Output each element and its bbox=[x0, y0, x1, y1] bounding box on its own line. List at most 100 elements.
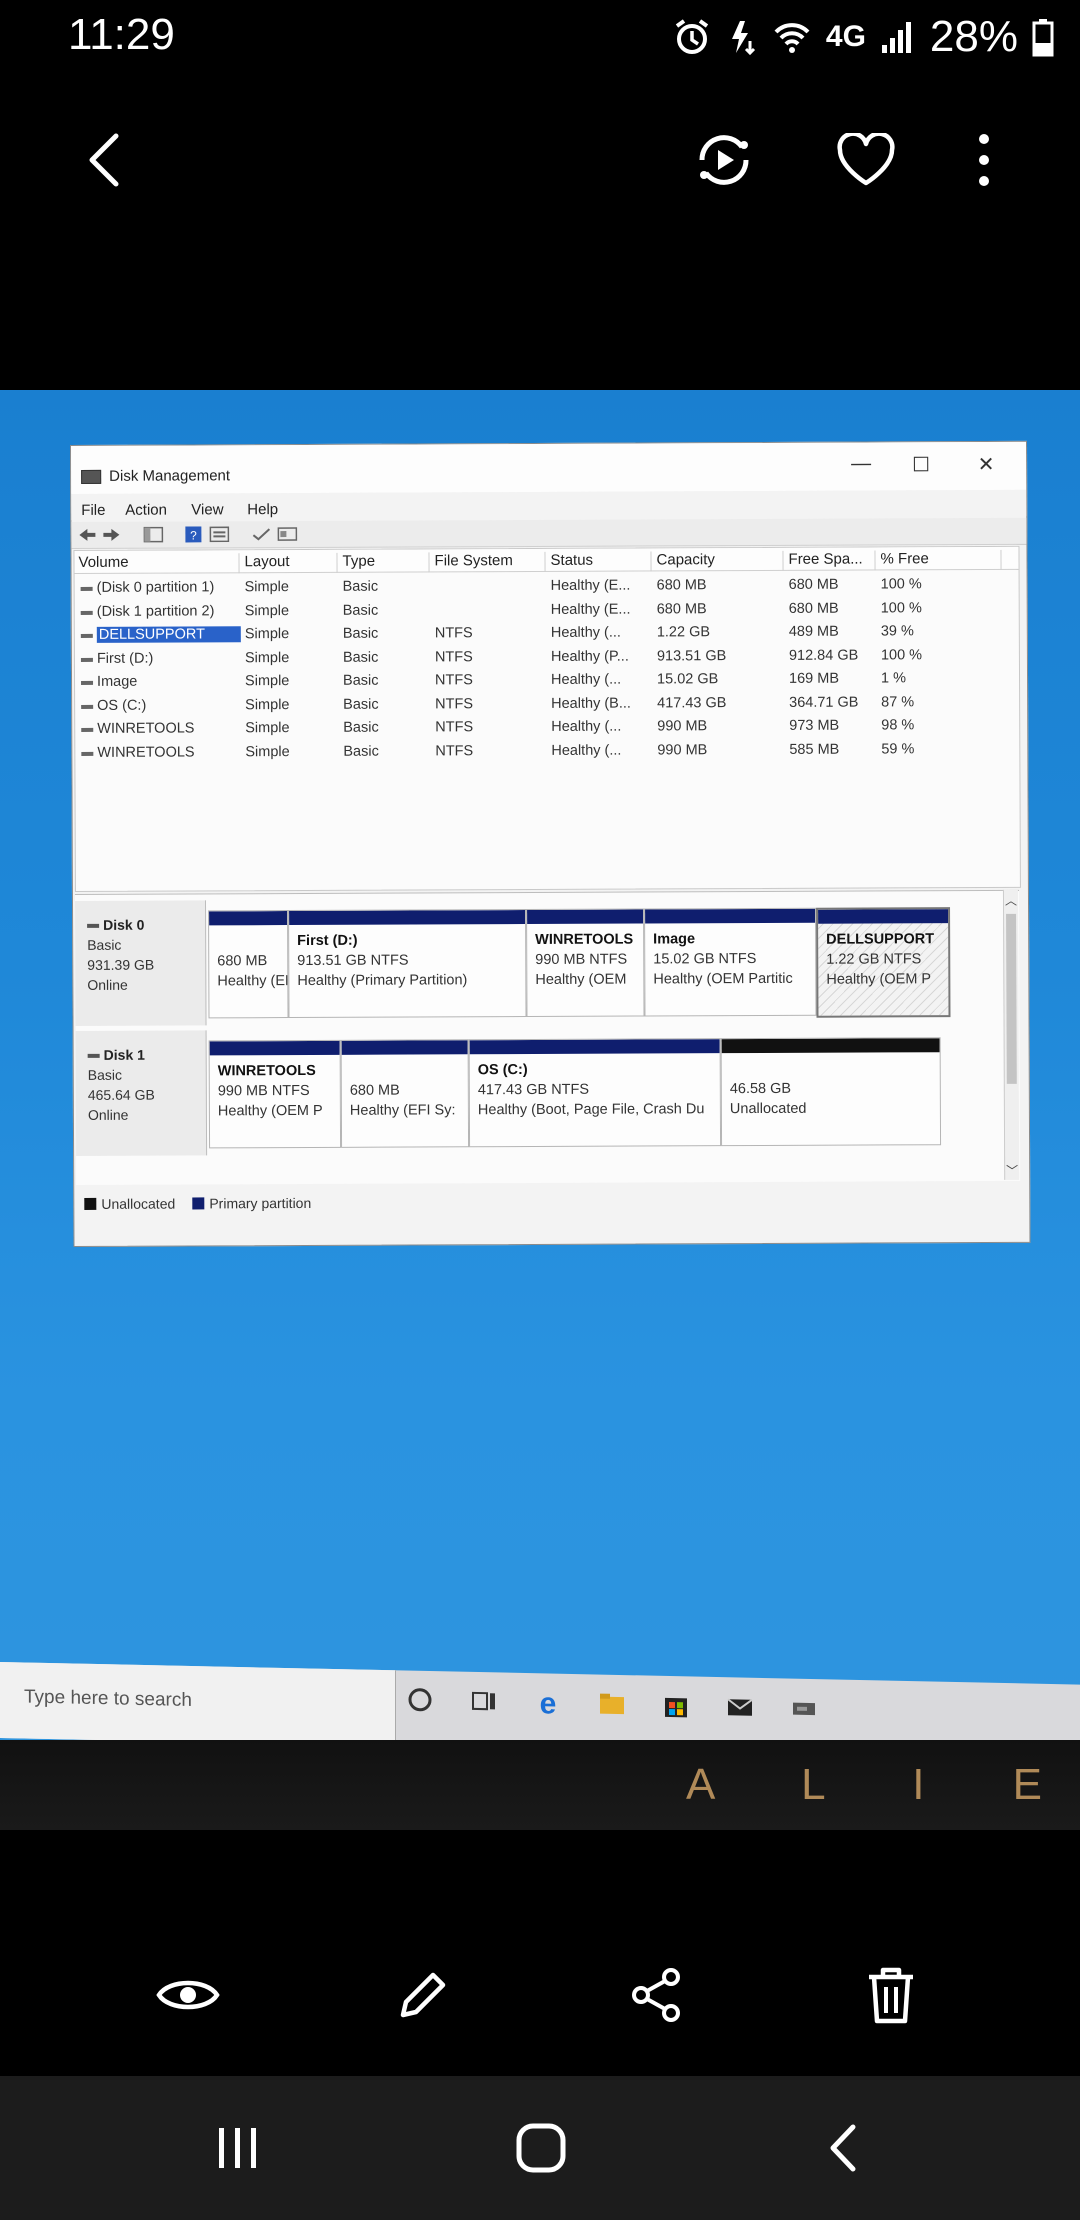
volume-row[interactable]: WINRETOOLS Simple Basic NTFS Healthy (... 990… bbox=[75, 714, 1019, 741]
disk-management-task-icon[interactable] bbox=[789, 1693, 819, 1724]
partition-block[interactable]: First (D:) 913.51 GB NTFS Healthy (Primary… bbox=[288, 909, 527, 1019]
partition-block[interactable]: OS (C:) 417.43 GB NTFS Healthy (Boot, Page… bbox=[468, 1038, 722, 1148]
close-icon[interactable]: ✕ bbox=[966, 452, 1006, 476]
volume-row[interactable]: WINRETOOLS Simple Basic NTFS Healthy (... 990… bbox=[75, 737, 1019, 764]
partition-block[interactable]: Image 15.02 GB NTFS Healthy (OEM Partitic bbox=[644, 907, 817, 1017]
partition-block[interactable]: 680 MB Healthy (EFI Sy: bbox=[340, 1039, 470, 1148]
menu-bar: File Action View Help bbox=[71, 489, 1027, 520]
partition-block[interactable]: 680 MB Healthy (EFI S bbox=[208, 910, 289, 1019]
view-icon[interactable] bbox=[277, 526, 298, 542]
col-layout[interactable]: Layout bbox=[240, 552, 338, 574]
forward-toolbar-icon[interactable] bbox=[101, 527, 121, 543]
col-volume[interactable]: Volume bbox=[74, 553, 240, 574]
volume-cell-type: Basic bbox=[342, 578, 379, 595]
volume-cell-pct: 87 % bbox=[881, 693, 915, 710]
volume-cell-status: Healthy (E... bbox=[550, 601, 631, 618]
home-icon[interactable] bbox=[506, 2118, 576, 2178]
volume-cell-volume: (Disk 0 partition 1) bbox=[96, 579, 215, 596]
volume-row[interactable]: DELLSUPPORT Simple Basic NTFS Healthy (... 1.… bbox=[75, 620, 1019, 647]
col-capacity[interactable]: Capacity bbox=[652, 550, 784, 572]
viewer-actions bbox=[0, 1930, 1080, 2050]
partition-name: WINRETOOLS bbox=[535, 931, 634, 948]
volume-cell-type: Basic bbox=[342, 625, 379, 642]
volume-cell-capacity: 15.02 GB bbox=[656, 671, 719, 688]
col-file-system[interactable]: File System bbox=[430, 551, 546, 573]
disk-size: 465.64 GB bbox=[87, 1086, 155, 1103]
trash-icon[interactable] bbox=[856, 1960, 926, 2030]
help-icon[interactable]: ? bbox=[183, 526, 203, 543]
cortana-icon[interactable] bbox=[405, 1684, 435, 1715]
disk-label[interactable]: Disk 0 Basic 931.39 GB Online bbox=[74, 900, 207, 1026]
taskbar-search-box[interactable]: Type here to search bbox=[0, 1662, 396, 1747]
alarm-icon bbox=[672, 17, 712, 57]
scroll-up-icon[interactable]: ︿ bbox=[1004, 892, 1018, 909]
scroll-down-icon[interactable]: ﹀ bbox=[1005, 1162, 1019, 1179]
volume-cell-capacity: 990 MB bbox=[657, 741, 708, 758]
volume-row[interactable]: First (D:) Simple Basic NTFS Healthy (P... 91… bbox=[75, 643, 1019, 670]
volume-icon bbox=[80, 633, 93, 638]
partition-block[interactable]: 46.58 GB Unallocated bbox=[720, 1037, 942, 1147]
mail-icon[interactable] bbox=[725, 1691, 755, 1722]
partition-status: Healthy (EFI S bbox=[217, 973, 289, 990]
volume-cell-layout: Simple bbox=[245, 696, 290, 713]
partition-block[interactable]: WINRETOOLS 990 MB NTFS Healthy (OEM P bbox=[208, 1039, 342, 1149]
menu-action[interactable]: Action bbox=[125, 502, 167, 519]
back-icon[interactable] bbox=[808, 2118, 878, 2178]
col-status[interactable]: Status bbox=[546, 551, 652, 572]
edge-icon[interactable]: e bbox=[533, 1687, 563, 1720]
menu-file[interactable]: File bbox=[81, 502, 105, 519]
maximize-icon[interactable]: ☐ bbox=[901, 452, 941, 476]
volume-cell-free: 680 MB bbox=[788, 600, 839, 617]
partition-status: Healthy (OEM P bbox=[217, 1102, 323, 1120]
volume-list[interactable]: Volume Layout Type File System Status Ca… bbox=[73, 545, 1021, 892]
volume-row[interactable]: Image Simple Basic NTFS Healthy (... 15.02 GB… bbox=[75, 667, 1019, 694]
col-free-space[interactable]: Free Spa... bbox=[784, 550, 876, 571]
back-arrow-icon[interactable] bbox=[64, 120, 144, 200]
disk-management-app-icon bbox=[81, 469, 102, 484]
disk-rows: Disk 0 Basic 931.39 GB Online 680 MB Healthy … bbox=[74, 891, 1019, 1156]
volume-cell-status: Healthy (... bbox=[550, 671, 622, 688]
volume-row[interactable]: OS (C:) Simple Basic NTFS Healthy (B... 417.4… bbox=[75, 690, 1019, 717]
volume-cell-type: Basic bbox=[342, 672, 379, 689]
more-vert-icon[interactable] bbox=[944, 120, 1024, 200]
graph-scrollbar[interactable]: ︿ ﹀ bbox=[1002, 889, 1020, 1180]
primary-partition-bar bbox=[469, 1039, 720, 1055]
task-view-icon[interactable] bbox=[469, 1686, 499, 1717]
menu-view[interactable]: View bbox=[191, 501, 223, 518]
volume-cell-capacity: 913.51 GB bbox=[656, 647, 727, 664]
disk-management-window: Disk Management — ☐ ✕ File Action View H… bbox=[70, 440, 1031, 1247]
disk-label[interactable]: Disk 1 Basic 465.64 GB Online bbox=[75, 1030, 208, 1156]
window-title: Disk Management bbox=[109, 467, 231, 485]
volume-cell-pct: 100 % bbox=[880, 599, 922, 616]
col-percent-free[interactable]: % Free bbox=[876, 549, 1002, 571]
motion-photo-icon[interactable] bbox=[684, 120, 764, 200]
eye-icon[interactable] bbox=[153, 1960, 223, 2030]
volume-cell-type: Basic bbox=[342, 602, 379, 619]
store-icon[interactable] bbox=[661, 1690, 691, 1721]
file-explorer-icon[interactable] bbox=[597, 1689, 627, 1720]
partition-block[interactable]: DELLSUPPORT 1.22 GB NTFS Healthy (OEM P bbox=[816, 907, 951, 1018]
minimize-icon[interactable]: — bbox=[841, 452, 881, 476]
menu-help[interactable]: Help bbox=[247, 501, 278, 518]
partition-block[interactable]: WINRETOOLS 990 MB NTFS Healthy (OEM bbox=[526, 908, 645, 1018]
volume-icon bbox=[81, 727, 94, 732]
volume-list-header: Volume Layout Type File System Status Ca… bbox=[74, 546, 1019, 574]
volume-icon bbox=[80, 610, 93, 615]
partition-status: Unallocated bbox=[729, 1100, 807, 1118]
share-icon[interactable] bbox=[622, 1960, 692, 2030]
volume-row[interactable]: (Disk 0 partition 1) Simple Basic Healthy (… bbox=[75, 573, 1019, 600]
back-toolbar-icon[interactable] bbox=[77, 527, 97, 543]
heart-icon[interactable] bbox=[826, 120, 906, 200]
edit-pencil-icon[interactable] bbox=[388, 1960, 458, 2030]
console-tree-icon[interactable] bbox=[143, 526, 164, 543]
volume-cell-layout: Simple bbox=[244, 649, 290, 666]
check-icon[interactable] bbox=[251, 526, 271, 542]
col-type[interactable]: Type bbox=[338, 552, 430, 573]
volume-cell-pct: 39 % bbox=[880, 623, 914, 640]
recents-icon[interactable] bbox=[203, 2118, 273, 2178]
primary-partition-bar bbox=[209, 911, 288, 926]
properties-icon[interactable] bbox=[209, 526, 230, 543]
volume-cell-volume: (Disk 1 partition 2) bbox=[96, 602, 215, 620]
volume-row[interactable]: (Disk 1 partition 2) Simple Basic Healthy (… bbox=[75, 596, 1019, 623]
scroll-thumb[interactable] bbox=[1006, 913, 1017, 1084]
